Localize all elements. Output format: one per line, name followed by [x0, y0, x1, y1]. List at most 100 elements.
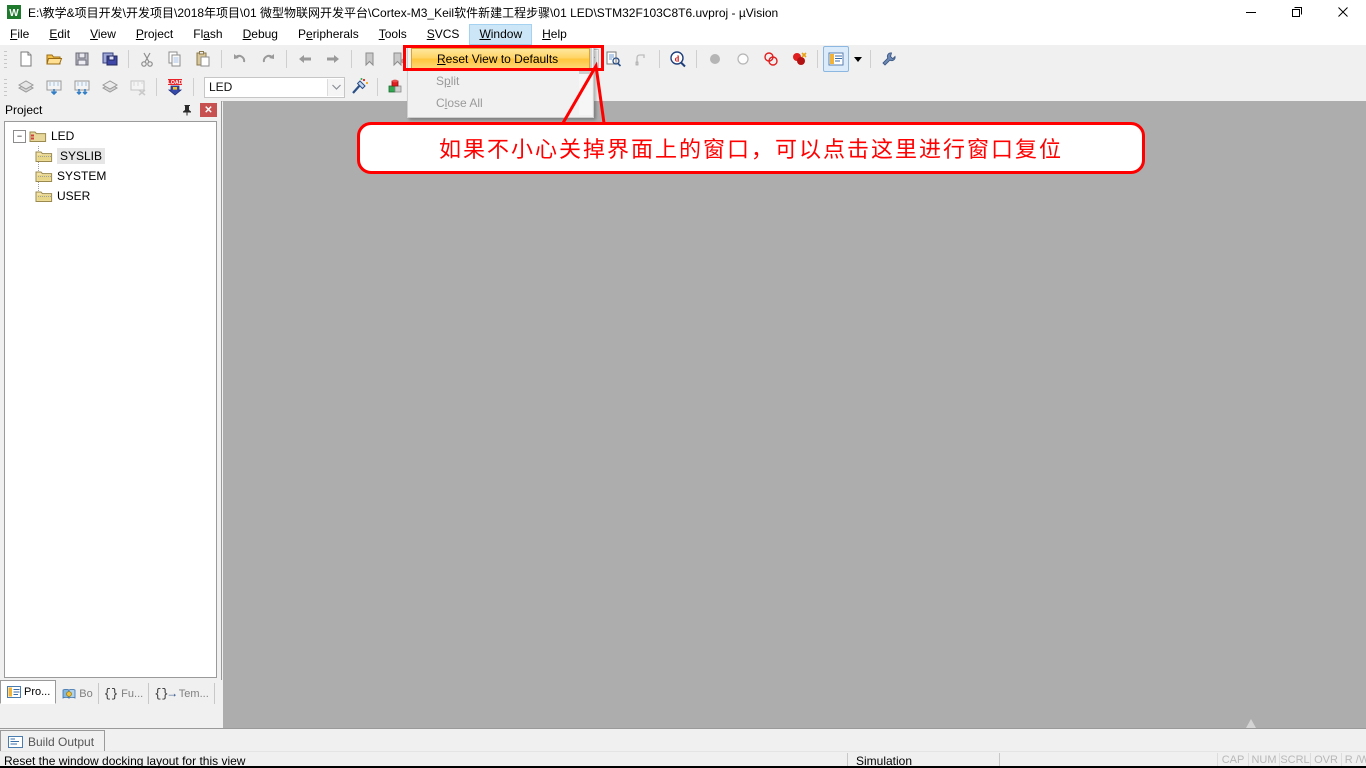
- build-toolbar: LOAD LED: [0, 73, 1366, 102]
- tab-label: Bo: [79, 687, 93, 700]
- download-icon[interactable]: LOAD: [162, 74, 188, 100]
- stop-build-icon[interactable]: [125, 74, 151, 100]
- chevron-down-icon[interactable]: [327, 78, 344, 96]
- translate-icon[interactable]: [13, 74, 39, 100]
- output-window-icon: [7, 735, 23, 748]
- menu-peripherals[interactable]: Peripherals: [288, 24, 369, 45]
- toolbar-grip[interactable]: [3, 77, 10, 97]
- close-icon[interactable]: ✕: [200, 103, 217, 117]
- tab-build-output[interactable]: Build Output: [0, 730, 106, 752]
- project-panel-title: Project: [5, 103, 43, 117]
- build-output-tab-strip: Build Output: [0, 728, 1366, 752]
- redo-icon[interactable]: [255, 46, 281, 72]
- tree-item-led[interactable]: − LED: [5, 126, 216, 146]
- menu-tools[interactable]: Tools: [369, 24, 417, 45]
- window-controls: [1228, 0, 1366, 24]
- target-combobox-value: LED: [209, 80, 233, 94]
- books-icon: [61, 687, 76, 700]
- templates-icon: {}→: [154, 686, 176, 701]
- annotation-callout: 如果不小心关掉界面上的窗口，可以点击这里进行窗口复位: [357, 122, 1145, 174]
- copy-icon[interactable]: [162, 46, 188, 72]
- batch-build-icon[interactable]: [97, 74, 123, 100]
- title-bar: W E:\教学&项目开发\开发项目\2018年项目\01 微型物联网开发平台\C…: [0, 0, 1366, 24]
- menu-project[interactable]: Project: [126, 24, 183, 45]
- toolbar-separator: [696, 50, 697, 68]
- navigate-back-icon[interactable]: [292, 46, 318, 72]
- editor-workspace[interactable]: [223, 101, 1366, 728]
- tree-guide-branch: [38, 196, 52, 197]
- window-title: E:\教学&项目开发\开发项目\2018年项目\01 微型物联网开发平台\Cor…: [28, 5, 779, 20]
- uvision-icon: W: [6, 4, 22, 20]
- tree-item-label: LED: [51, 129, 75, 143]
- target-options-icon[interactable]: [346, 74, 372, 100]
- manage-targets-icon[interactable]: [383, 74, 409, 100]
- toolbar-separator: [221, 50, 222, 68]
- menu-file[interactable]: File: [0, 24, 39, 45]
- toolbar-separator: [351, 50, 352, 68]
- toolbar-separator: [817, 50, 818, 68]
- project-target-icon: [29, 129, 47, 143]
- annotation-highlight-rect: [403, 45, 604, 71]
- breakpoint-disable-all-icon[interactable]: [758, 46, 784, 72]
- tree-item-system[interactable]: SYSTEM: [5, 166, 216, 186]
- project-panel: Project ✕ − LED SYSLIB SYSTEM USER Pro..…: [0, 101, 222, 704]
- project-panel-header: Project ✕: [0, 101, 221, 119]
- close-button[interactable]: [1320, 0, 1366, 24]
- paste-icon[interactable]: [190, 46, 216, 72]
- toolbar-grip[interactable]: [3, 49, 10, 69]
- project-window-icon[interactable]: [823, 46, 849, 72]
- cut-icon[interactable]: [134, 46, 160, 72]
- project-panel-tabs: Pro... Bo {} Fu... {}→ Tem...: [0, 680, 222, 704]
- svg-text:W: W: [9, 8, 19, 19]
- tree-expander-icon[interactable]: −: [13, 129, 26, 143]
- target-combobox[interactable]: LED: [204, 76, 345, 98]
- menu-svcs[interactable]: SVCS: [417, 24, 470, 45]
- tab-label: Build Output: [28, 734, 95, 749]
- menu-debug[interactable]: Debug: [233, 24, 288, 45]
- toolbar-separator: [193, 78, 194, 96]
- configure-icon[interactable]: [876, 46, 902, 72]
- breakpoint-icon[interactable]: [702, 46, 728, 72]
- functions-icon: {}: [103, 686, 119, 701]
- tab-label: Pro...: [24, 686, 51, 698]
- build-icon[interactable]: [41, 74, 67, 100]
- breakpoint-enable-icon[interactable]: [730, 46, 756, 72]
- project-icon: [6, 686, 21, 699]
- rebuild-icon[interactable]: [69, 74, 95, 100]
- project-window-dropdown-icon[interactable]: [850, 46, 866, 72]
- menu-edit[interactable]: Edit: [39, 24, 80, 45]
- tree-item-user[interactable]: USER: [5, 186, 216, 206]
- toolbar-separator: [870, 50, 871, 68]
- minimize-button[interactable]: [1228, 0, 1274, 24]
- save-icon[interactable]: [69, 46, 95, 72]
- menu-window[interactable]: Window: [469, 24, 533, 45]
- toolbar-separator: [156, 78, 157, 96]
- file-toolbar: d: [0, 45, 1366, 74]
- open-file-icon[interactable]: [41, 46, 67, 72]
- menu-bar: File Edit View Project Flash Debug Perip…: [0, 24, 1366, 45]
- annotation-text: 如果不小心关掉界面上的窗口，可以点击这里进行窗口复位: [438, 138, 1063, 163]
- toolbar-separator: [286, 50, 287, 68]
- menu-view[interactable]: View: [80, 24, 126, 45]
- tree-guide-branch: [38, 176, 52, 177]
- undo-icon[interactable]: [227, 46, 253, 72]
- tree-item-syslib[interactable]: SYSLIB: [5, 146, 216, 166]
- navigate-forward-icon[interactable]: [320, 46, 346, 72]
- tab-books[interactable]: Bo: [56, 683, 99, 704]
- tab-templates[interactable]: {}→ Tem...: [149, 683, 215, 704]
- pin-icon[interactable]: [179, 102, 196, 118]
- project-tree[interactable]: − LED SYSLIB SYSTEM USER: [4, 121, 217, 678]
- tree-item-label: SYSLIB: [57, 148, 106, 164]
- menu-flash[interactable]: Flash: [183, 24, 232, 45]
- tab-project[interactable]: Pro...: [0, 680, 57, 704]
- bookmark-toggle-icon[interactable]: [357, 46, 383, 72]
- new-file-icon[interactable]: [13, 46, 39, 72]
- menu-help[interactable]: Help: [532, 24, 577, 45]
- tab-label: Tem...: [178, 687, 209, 700]
- tree-guide-branch: [38, 156, 52, 157]
- breakpoint-kill-all-icon[interactable]: [786, 46, 812, 72]
- save-all-icon[interactable]: [97, 46, 123, 72]
- svg-text:LOAD: LOAD: [167, 80, 182, 86]
- tab-functions[interactable]: {} Fu...: [99, 683, 150, 704]
- restore-button[interactable]: [1274, 0, 1320, 24]
